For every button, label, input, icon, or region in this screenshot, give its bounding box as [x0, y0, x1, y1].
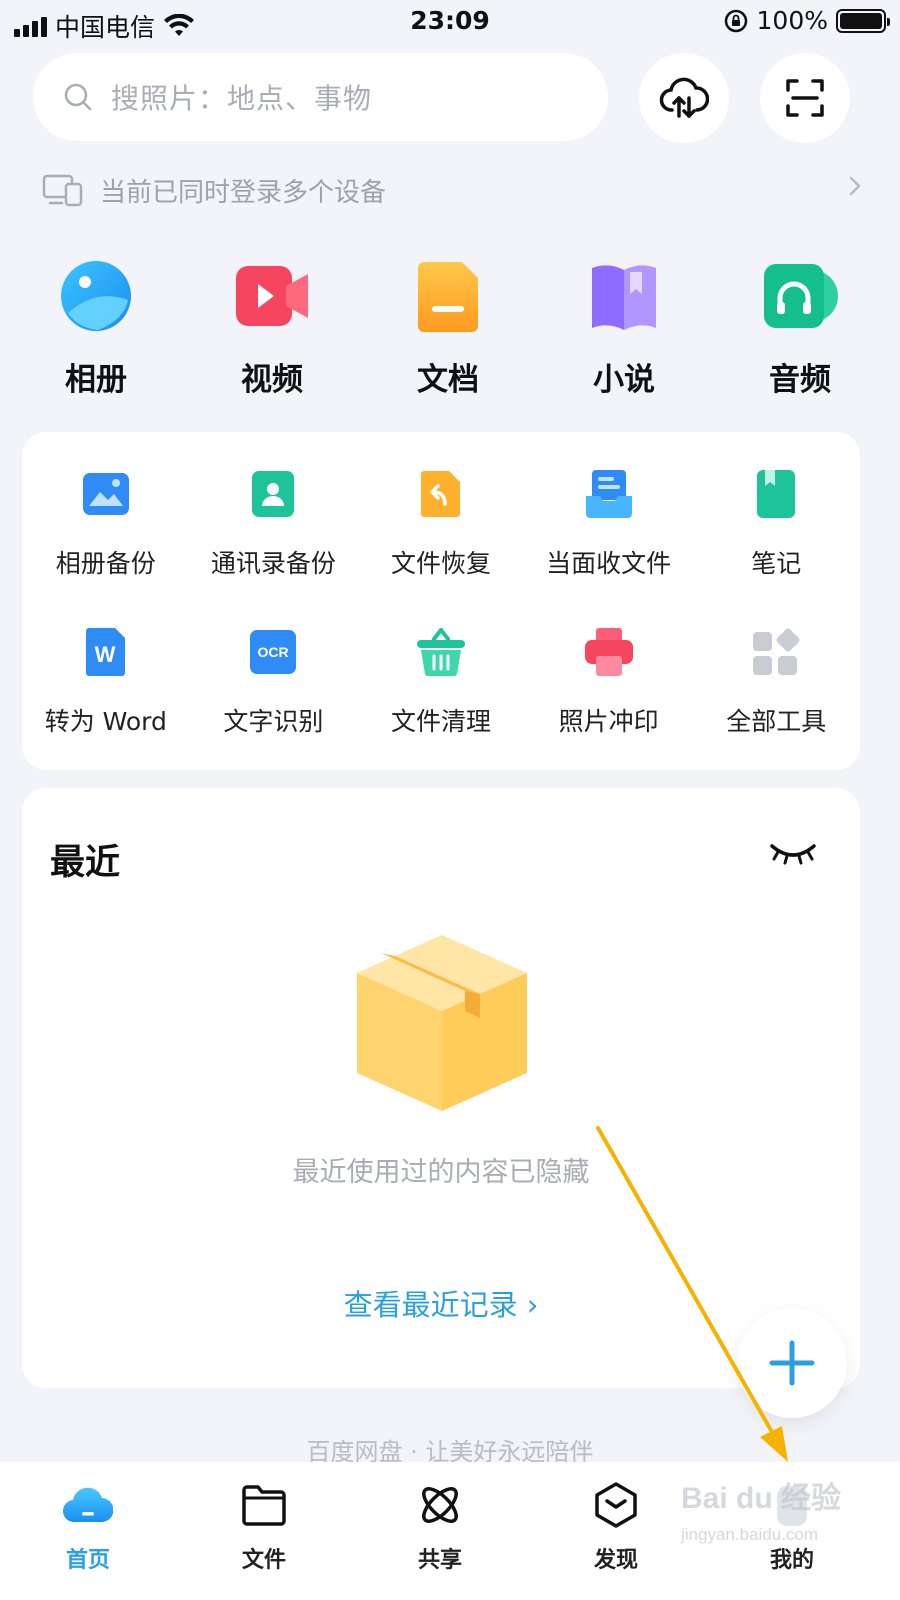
category-document[interactable]: 文档 — [360, 258, 536, 399]
tool-label: 文字识别 — [223, 707, 324, 736]
novel-icon — [592, 265, 656, 330]
empty-box-icon — [357, 935, 527, 1111]
tool-label: 转为 Word — [44, 707, 167, 736]
search-icon — [64, 83, 92, 111]
svg-text:W: W — [94, 642, 115, 667]
photo-print-icon — [584, 628, 633, 676]
multi-device-notice[interactable]: 当前已同时登录多个设备 — [42, 170, 862, 210]
tool-contacts-backup[interactable]: 通讯录备份 — [190, 468, 358, 580]
file-restore-icon — [420, 471, 460, 517]
category-label: 小说 — [593, 362, 655, 398]
search-placeholder: 搜照片：地点、事物 — [111, 82, 373, 115]
devices-icon — [42, 174, 83, 207]
tool-label: 笔记 — [751, 549, 802, 578]
tool-photo-print[interactable]: 照片冲印 — [525, 626, 693, 738]
category-label: 相册 — [65, 362, 127, 398]
recent-title: 最近 — [50, 843, 121, 883]
tool-label: 照片冲印 — [558, 707, 659, 736]
profile-icon — [777, 1486, 807, 1526]
audio-icon — [764, 264, 838, 328]
view-recent-link[interactable]: 查看最近记录 › — [22, 1282, 860, 1324]
tab-home[interactable]: 首页 — [0, 1462, 176, 1600]
category-video[interactable]: 视频 — [184, 258, 360, 399]
svg-text:OCR: OCR — [258, 644, 289, 660]
share-atom-icon — [422, 1487, 458, 1523]
tool-label: 当面收文件 — [546, 549, 672, 578]
battery-percent: 100% — [756, 6, 828, 35]
tab-label: 文件 — [241, 1548, 286, 1573]
document-icon — [418, 262, 478, 332]
tab-files[interactable]: 文件 — [176, 1462, 352, 1600]
search-input[interactable]: 搜照片：地点、事物 — [33, 53, 608, 141]
all-tools-icon — [753, 628, 800, 675]
tool-file-restore[interactable]: 文件恢复 — [357, 468, 525, 580]
ocr-icon: OCR — [250, 630, 297, 674]
receive-file-icon — [585, 470, 632, 518]
category-label: 视频 — [241, 362, 303, 398]
tool-album-backup[interactable]: 相册备份 — [22, 468, 190, 580]
tab-discover[interactable]: 发现 — [528, 1462, 704, 1600]
eye-closed-icon[interactable] — [770, 840, 816, 866]
album-icon — [61, 261, 131, 331]
add-button[interactable] — [737, 1308, 847, 1418]
category-audio[interactable]: 音频 — [712, 258, 888, 399]
category-album[interactable]: 相册 — [8, 258, 184, 399]
tool-label: 文件恢复 — [390, 549, 491, 578]
category-novel[interactable]: 小说 — [536, 258, 712, 399]
category-label: 音频 — [769, 362, 831, 398]
tool-receive-file[interactable]: 当面收文件 — [525, 468, 693, 580]
status-bar: 中国电信 23:09 100% — [0, 0, 900, 44]
scan-button[interactable] — [760, 53, 850, 143]
tab-label: 发现 — [593, 1548, 638, 1573]
tool-all-tools[interactable]: 全部工具 — [692, 626, 860, 738]
tab-profile[interactable]: 我的 — [704, 1462, 880, 1600]
home-cloud-icon — [63, 1487, 113, 1523]
scan-icon — [786, 79, 824, 117]
tab-label: 共享 — [417, 1548, 462, 1573]
cloud-transfer-button[interactable] — [639, 53, 729, 143]
discover-icon — [595, 1482, 637, 1528]
chevron-right-icon — [849, 176, 861, 196]
tool-label: 通讯录备份 — [210, 549, 336, 578]
tool-notes[interactable]: 笔记 — [692, 468, 860, 580]
category-label: 文档 — [417, 362, 479, 398]
device-notice-text: 当前已同时登录多个设备 — [100, 177, 387, 208]
album-backup-icon — [82, 473, 129, 515]
category-row: 相册 视频 文档 小说 音频 — [8, 258, 892, 399]
plus-icon — [769, 1340, 815, 1386]
tab-share[interactable]: 共享 — [352, 1462, 528, 1600]
tool-ocr[interactable]: OCR 文字识别 — [190, 626, 358, 738]
tab-label: 首页 — [65, 1548, 110, 1573]
tab-label: 我的 — [769, 1548, 814, 1573]
contacts-backup-icon — [252, 471, 295, 517]
video-icon — [236, 266, 308, 326]
folder-icon — [242, 1485, 286, 1526]
bottom-tab-bar: 首页 文件 共享 发现 我的 — [0, 1462, 900, 1600]
tool-file-cleanup[interactable]: 文件清理 — [357, 626, 525, 738]
recent-card: 最近 最近使用过的内容已隐藏 查看最近记录 › — [22, 788, 860, 1388]
tool-label: 文件清理 — [390, 707, 491, 736]
recent-hidden-message: 最近使用过的内容已隐藏 — [292, 1157, 590, 1188]
tool-label: 全部工具 — [726, 707, 827, 736]
file-cleanup-icon — [416, 628, 465, 677]
tool-label: 相册备份 — [55, 549, 156, 578]
convert-word-icon: W — [85, 628, 125, 676]
tool-convert-word[interactable]: W 转为 Word — [22, 626, 190, 738]
tools-card: 相册备份 通讯录备份 文件恢复 当面收文件 笔记 W 转为 Word OCR 文… — [22, 432, 860, 770]
rotation-lock-icon — [724, 9, 747, 32]
notes-icon — [757, 470, 796, 518]
cloud-transfer-icon — [659, 77, 709, 118]
battery-icon — [836, 8, 890, 33]
